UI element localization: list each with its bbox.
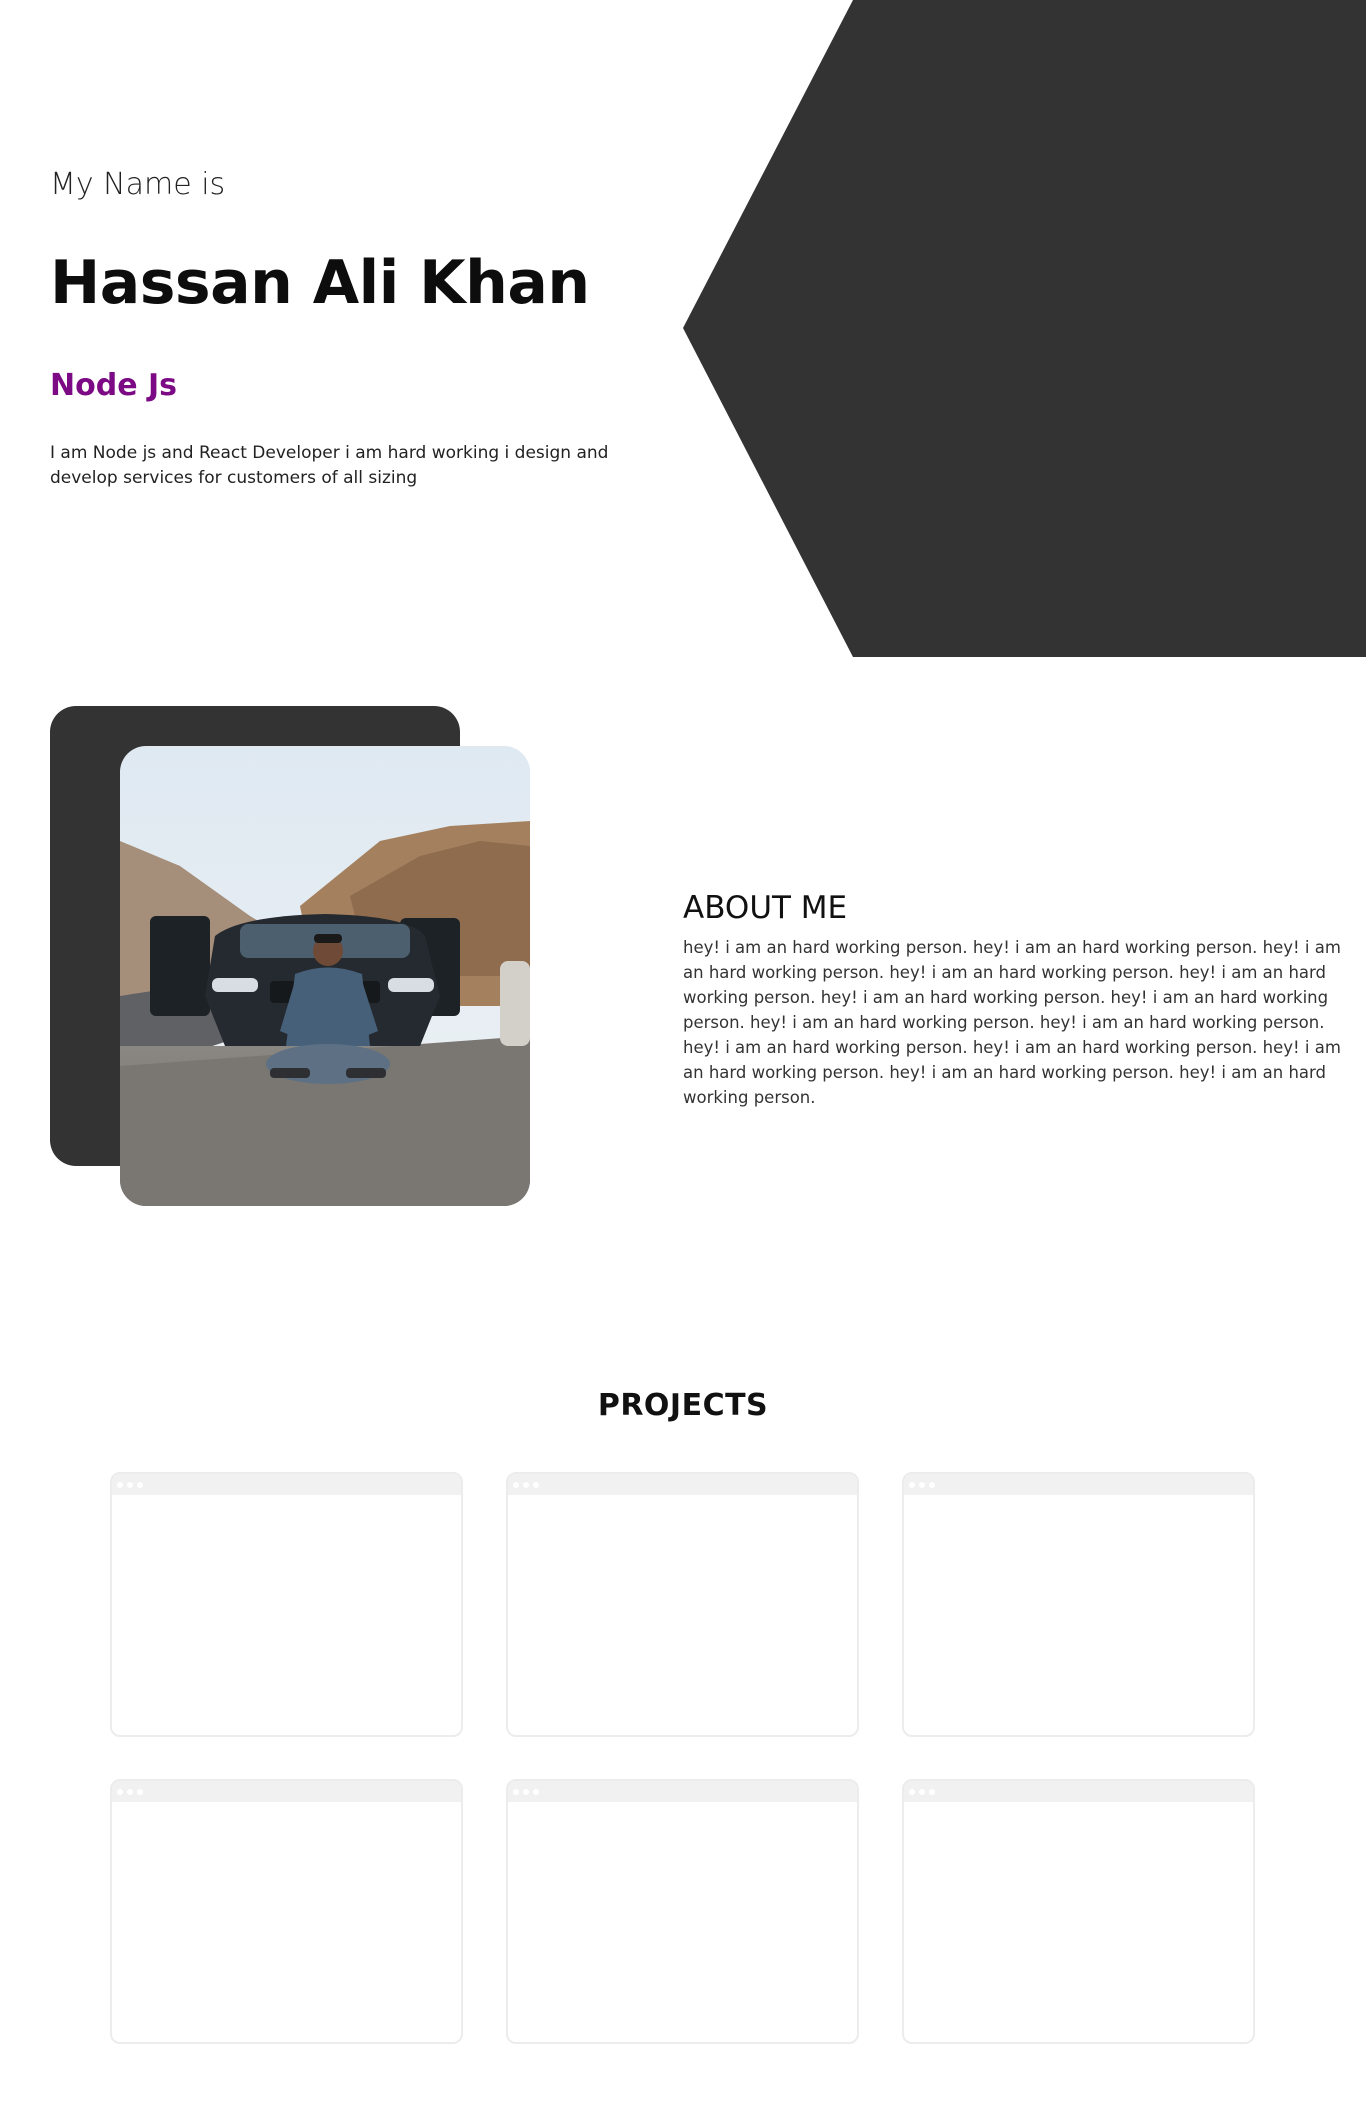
project-card[interactable]: [902, 1779, 1255, 2044]
about-title: ABOUT ME: [683, 890, 848, 926]
window-dot-icon: [533, 1788, 539, 1795]
window-dot-icon: [919, 1481, 925, 1488]
window-dot-icon: [137, 1481, 143, 1488]
window-dot-icon: [919, 1788, 925, 1795]
profile-bio: I am Node js and React Developer i am ha…: [50, 443, 609, 488]
profile-name: Hassan Ali Khan: [50, 248, 590, 318]
window-dot-icon: [523, 1788, 529, 1795]
window-dot-icon: [533, 1481, 539, 1488]
window-dot-icon: [137, 1788, 143, 1795]
window-dot-icon: [127, 1481, 133, 1488]
project-card[interactable]: [902, 1472, 1255, 1737]
about-text: hey! i am an hard working person. hey! i…: [683, 938, 1341, 1107]
window-dot-icon: [117, 1481, 123, 1488]
card-window-bar: [904, 1474, 1253, 1495]
window-dot-icon: [909, 1788, 915, 1795]
window-dot-icon: [127, 1788, 133, 1795]
project-card[interactable]: [110, 1779, 463, 2044]
project-card[interactable]: [110, 1472, 463, 1737]
window-dot-icon: [513, 1481, 519, 1488]
window-dot-icon: [929, 1788, 935, 1795]
window-dot-icon: [117, 1788, 123, 1795]
profile-role: Node Js: [50, 368, 178, 403]
card-window-bar: [508, 1474, 857, 1495]
window-dot-icon: [909, 1481, 915, 1488]
project-card[interactable]: [506, 1472, 859, 1737]
window-dot-icon: [513, 1788, 519, 1795]
profile-photo: [120, 746, 530, 1206]
card-window-bar: [508, 1781, 857, 1802]
window-dot-icon: [929, 1481, 935, 1488]
projects-title: PROJECTS: [597, 1388, 769, 1423]
intro-label: My Name is: [50, 167, 226, 202]
project-card[interactable]: [506, 1779, 859, 2044]
card-window-bar: [112, 1781, 461, 1802]
card-window-bar: [112, 1474, 461, 1495]
window-dot-icon: [523, 1481, 529, 1488]
hero-hexagon-shape: [683, 0, 1366, 657]
card-window-bar: [904, 1781, 1253, 1802]
